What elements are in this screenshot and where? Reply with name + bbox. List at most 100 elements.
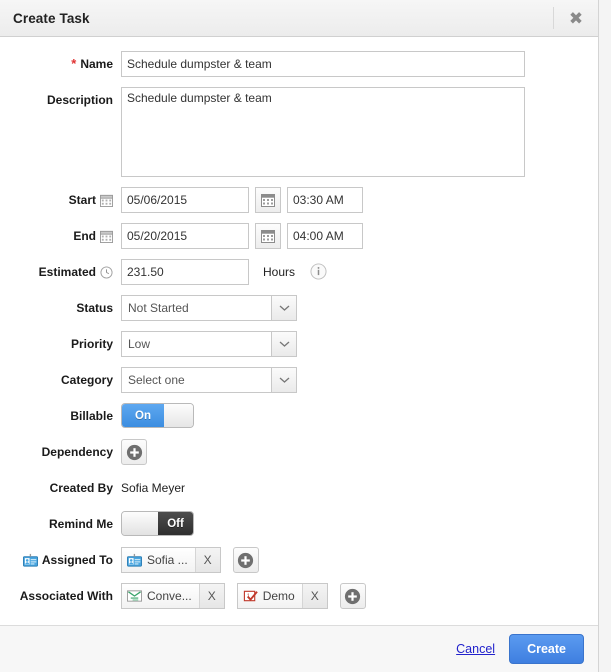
field-row-remind-me: Remind Me Off (0, 511, 598, 537)
field-row-estimated: Estimated Hours (0, 259, 598, 285)
estimated-field-group: Hours (121, 259, 327, 285)
end-time-input[interactable] (287, 223, 363, 249)
created-by-value: Sofia Meyer (121, 481, 186, 495)
description-input[interactable] (121, 87, 525, 177)
conversation-icon (127, 589, 142, 603)
contact-card-icon (22, 553, 38, 567)
created-by-field-group: Sofia Meyer (121, 475, 185, 501)
plus-circle-icon (126, 444, 142, 460)
start-date-input[interactable] (121, 187, 249, 213)
field-row-assigned-to: Assigned To Sofia ... X (0, 547, 598, 573)
status-label-text: Status (76, 301, 113, 315)
field-row-billable: Billable On (0, 403, 598, 429)
category-select[interactable]: Select one (121, 367, 297, 393)
field-row-created-by: Created By Sofia Meyer (0, 475, 598, 501)
assigned-to-add-button[interactable] (232, 547, 259, 573)
created-by-label: Created By (0, 475, 121, 501)
estimated-hours-input[interactable] (121, 259, 249, 285)
create-button[interactable]: Create (509, 634, 584, 664)
field-row-priority: Priority Low (0, 331, 598, 357)
priority-select-value[interactable]: Low (121, 331, 271, 357)
status-label: Status (0, 295, 121, 321)
chip-body[interactable]: Sofia ... (122, 548, 195, 572)
name-label: * Name (0, 51, 121, 77)
end-label: End (0, 223, 121, 249)
dialog-frame: Create Task ✖ * Name Description (0, 0, 599, 672)
priority-label: Priority (0, 331, 121, 357)
estimated-unit-label: Hours (263, 265, 296, 279)
field-row-description: Description (0, 87, 598, 177)
start-label-text: Start (68, 193, 96, 207)
status-field-group: Not Started (121, 295, 297, 321)
category-field-group: Select one (121, 367, 297, 393)
priority-select[interactable]: Low (121, 331, 297, 357)
description-label: Description (0, 87, 121, 113)
description-label-text: Description (46, 93, 113, 107)
billable-field-group: On (121, 403, 194, 428)
calendar-icon (100, 194, 113, 207)
start-calendar-picker-icon[interactable] (255, 187, 281, 213)
dependency-add-button[interactable] (121, 439, 147, 465)
billable-label-text: Billable (70, 409, 113, 423)
create-task-dialog: Create Task ✖ * Name Description (0, 0, 611, 672)
chevron-down-icon[interactable] (271, 367, 297, 393)
billable-toggle-state: On (122, 404, 164, 427)
associated-with-chip: 1 Demo X (236, 583, 328, 609)
header-divider (553, 7, 554, 29)
close-icon[interactable]: ✖ (566, 9, 586, 29)
category-label: Category (0, 367, 121, 393)
end-date-input[interactable] (121, 223, 249, 249)
remind-me-toggle-knob (122, 512, 158, 535)
status-select[interactable]: Not Started (121, 295, 297, 321)
billable-toggle[interactable]: On (121, 403, 194, 428)
chip-body[interactable]: Conve... (122, 584, 199, 608)
associated-with-add-button[interactable] (339, 583, 366, 609)
plus-circle-icon (238, 552, 254, 568)
field-row-dependency: Dependency (0, 439, 598, 465)
page-title: Create Task (13, 10, 90, 26)
calendar-icon (100, 230, 113, 243)
associated-with-label: Associated With (0, 583, 121, 609)
field-row-name: * Name (0, 51, 598, 77)
dialog-header: Create Task ✖ (0, 0, 598, 37)
dependency-label-text: Dependency (41, 445, 113, 459)
name-input[interactable] (121, 51, 525, 77)
remind-me-toggle[interactable]: Off (121, 511, 194, 536)
estimated-label-text: Estimated (38, 265, 96, 279)
chip-remove-button[interactable]: X (301, 584, 327, 608)
status-select-value[interactable]: Not Started (121, 295, 271, 321)
clock-icon (100, 265, 113, 279)
remind-me-field-group: Off (121, 511, 194, 536)
end-calendar-picker-icon[interactable] (255, 223, 281, 249)
contact-card-icon (127, 553, 142, 567)
associated-with-label-text: Associated With (19, 589, 113, 603)
chip-remove-button[interactable]: X (194, 548, 220, 572)
assigned-to-label: Assigned To (0, 547, 121, 573)
plus-circle-icon (345, 588, 361, 604)
field-row-start: Start (0, 187, 598, 213)
chevron-down-icon[interactable] (271, 331, 297, 357)
start-time-input[interactable] (287, 187, 363, 213)
assigned-to-chip: Sofia ... X (121, 547, 221, 573)
priority-field-group: Low (121, 331, 297, 357)
associated-with-chip: Conve... X (121, 583, 225, 609)
created-by-label-text: Created By (49, 481, 113, 495)
chip-label: Demo (262, 589, 295, 603)
chip-body[interactable]: 1 Demo (237, 584, 302, 608)
dialog-footer: Cancel Create (0, 625, 598, 672)
category-select-value[interactable]: Select one (121, 367, 271, 393)
category-label-text: Category (60, 373, 113, 387)
end-field-group (121, 223, 363, 249)
cancel-button[interactable]: Cancel (456, 642, 495, 656)
chevron-down-icon[interactable] (271, 295, 297, 321)
remind-me-label: Remind Me (0, 511, 121, 537)
dependency-label: Dependency (0, 439, 121, 465)
remind-me-toggle-state: Off (158, 512, 193, 535)
assigned-to-field-group: Sofia ... X (121, 547, 259, 573)
chip-remove-button[interactable]: X (198, 584, 224, 608)
description-field-group (121, 87, 525, 177)
chip-label: Sofia ... (147, 553, 188, 567)
info-icon[interactable] (310, 263, 327, 280)
remind-me-label-text: Remind Me (48, 517, 113, 531)
end-label-text: End (73, 229, 96, 243)
